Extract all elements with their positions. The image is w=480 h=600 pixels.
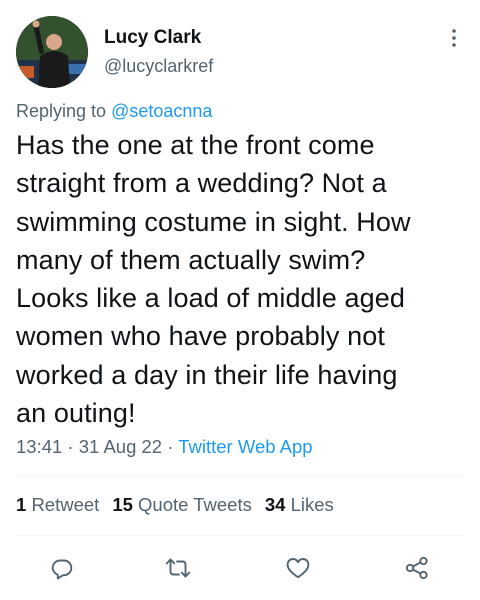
- reply-icon: [51, 559, 73, 580]
- tweet-meta: 13:41 · 31 Aug 22 · Twitter Web App: [16, 436, 313, 458]
- likes-count: 34: [264, 494, 286, 515]
- replying-to: Replying to @setoacnna: [16, 101, 212, 122]
- tweet-text-line: Looks like a load of middle aged: [16, 283, 405, 314]
- tweet-header: Lucy Clark @lucyclarkref: [0, 0, 480, 100]
- more-options-button[interactable]: [440, 24, 468, 52]
- quote-tweets-label: Quote Tweets: [138, 494, 252, 515]
- heart-icon: [286, 558, 310, 579]
- likes-stat[interactable]: 34 Likes: [265, 494, 334, 515]
- tweet-time[interactable]: 13:41: [16, 436, 62, 457]
- retweet-icon: [165, 558, 191, 578]
- quote-tweets-stat[interactable]: 15 Quote Tweets: [112, 494, 252, 515]
- like-button[interactable]: [278, 548, 318, 588]
- tweet-source-link[interactable]: Twitter Web App: [178, 436, 312, 457]
- tweet-date[interactable]: 31 Aug 22: [79, 436, 162, 457]
- action-bar: [0, 548, 480, 588]
- divider: [16, 535, 464, 536]
- display-name[interactable]: Lucy Clark: [104, 27, 201, 49]
- reply-button[interactable]: [42, 548, 82, 588]
- reply-mention-link[interactable]: @setoacnna: [111, 101, 212, 121]
- user-handle[interactable]: @lucyclarkref: [104, 56, 213, 77]
- avatar-photo: [16, 16, 88, 88]
- retweets-count: 1: [16, 494, 27, 515]
- tweet-text-line: many of them actually swim?: [16, 244, 366, 275]
- meta-separator: ·: [62, 436, 79, 457]
- retweet-button[interactable]: [158, 548, 198, 588]
- tweet-text-line: worked a day in their life having: [16, 359, 398, 390]
- divider: [16, 475, 464, 476]
- tweet-text-line: straight from a wedding? Not a: [16, 168, 387, 199]
- tweet-text: Has the one at the front come straight f…: [16, 126, 471, 432]
- engagement-stats: 1 Retweet 15 Quote Tweets 34 Likes: [16, 494, 347, 516]
- tweet-text-line: Has the one at the front come: [16, 130, 375, 160]
- replying-to-label: Replying to: [16, 101, 112, 121]
- retweets-label: Retweet: [31, 494, 100, 515]
- avatar[interactable]: [16, 16, 88, 88]
- quote-tweets-count: 15: [112, 494, 133, 515]
- likes-label: Likes: [290, 494, 334, 515]
- tweet-text-line: an outing!: [16, 398, 136, 429]
- share-icon: [405, 556, 428, 580]
- tweet-text-line: women who have probably not: [16, 321, 385, 352]
- share-button[interactable]: [397, 548, 437, 588]
- tweet-text-line: swimming costume in sight. How: [16, 206, 411, 237]
- more-icon: [452, 29, 456, 47]
- retweets-stat[interactable]: 1 Retweet: [16, 494, 99, 515]
- meta-separator: ·: [162, 436, 179, 457]
